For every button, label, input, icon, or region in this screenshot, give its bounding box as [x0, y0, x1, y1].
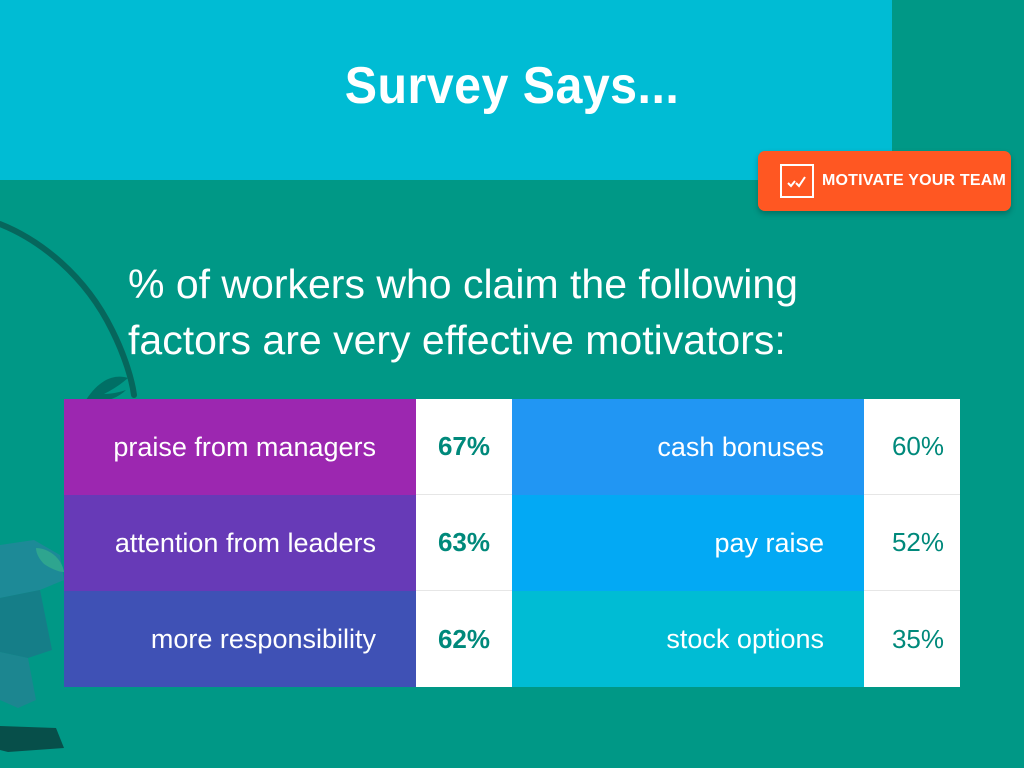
table-row-label: cash bonuses	[512, 399, 864, 495]
motivate-your-team-badge[interactable]: MOTIVATE YOUR TEAM	[758, 151, 1011, 211]
stats-table: praise from managers 67% cash bonuses 60…	[64, 399, 960, 687]
badge-label: MOTIVATE YOUR TEAM	[822, 172, 1007, 189]
table-row-value: 62%	[416, 591, 512, 687]
table-row-value: 67%	[416, 399, 512, 495]
table-row-label: pay raise	[512, 495, 864, 591]
table-row-value: 60%	[864, 399, 960, 495]
table-row-value: 63%	[416, 495, 512, 591]
checkmark-chart-icon	[780, 164, 814, 198]
table-row-value: 52%	[864, 495, 960, 591]
table-row-label: more responsibility	[64, 591, 416, 687]
table-row-label: stock options	[512, 591, 864, 687]
table-row-label: praise from managers	[64, 399, 416, 495]
survey-subtitle: % of workers who claim the following fac…	[128, 261, 798, 363]
table-row-value: 35%	[864, 591, 960, 687]
table-row-label: attention from leaders	[64, 495, 416, 591]
page-title: Survey Says...	[344, 57, 680, 115]
